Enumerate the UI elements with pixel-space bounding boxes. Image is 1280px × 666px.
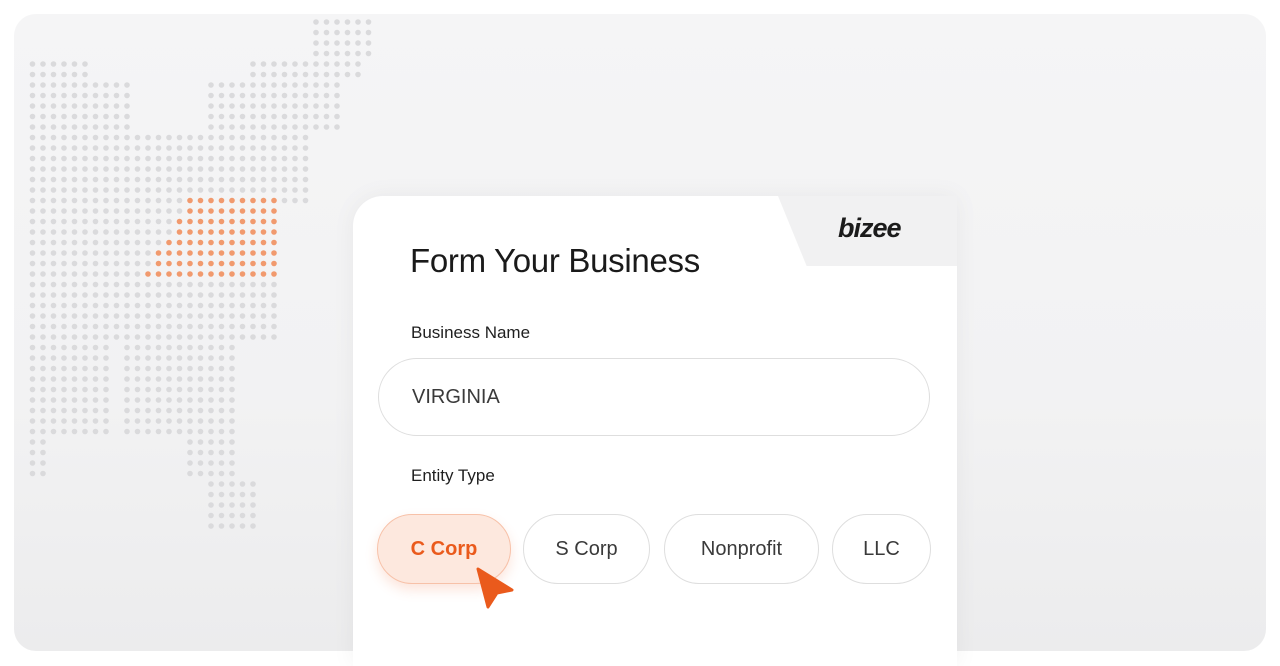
bizee-logo: bizee [838, 213, 902, 243]
arrow-cursor-icon [476, 567, 514, 609]
entity-option-nonprofit[interactable]: Nonprofit [664, 514, 819, 584]
page-title: Form Your Business [410, 242, 700, 279]
business-name-input[interactable]: VIRGINIA [378, 358, 930, 436]
entity-option-s-corp[interactable]: S Corp [523, 514, 650, 584]
entity-type-label: Entity Type [411, 466, 495, 485]
entity-option-llc[interactable]: LLC [832, 514, 931, 584]
business-name-label: Business Name [411, 323, 531, 342]
